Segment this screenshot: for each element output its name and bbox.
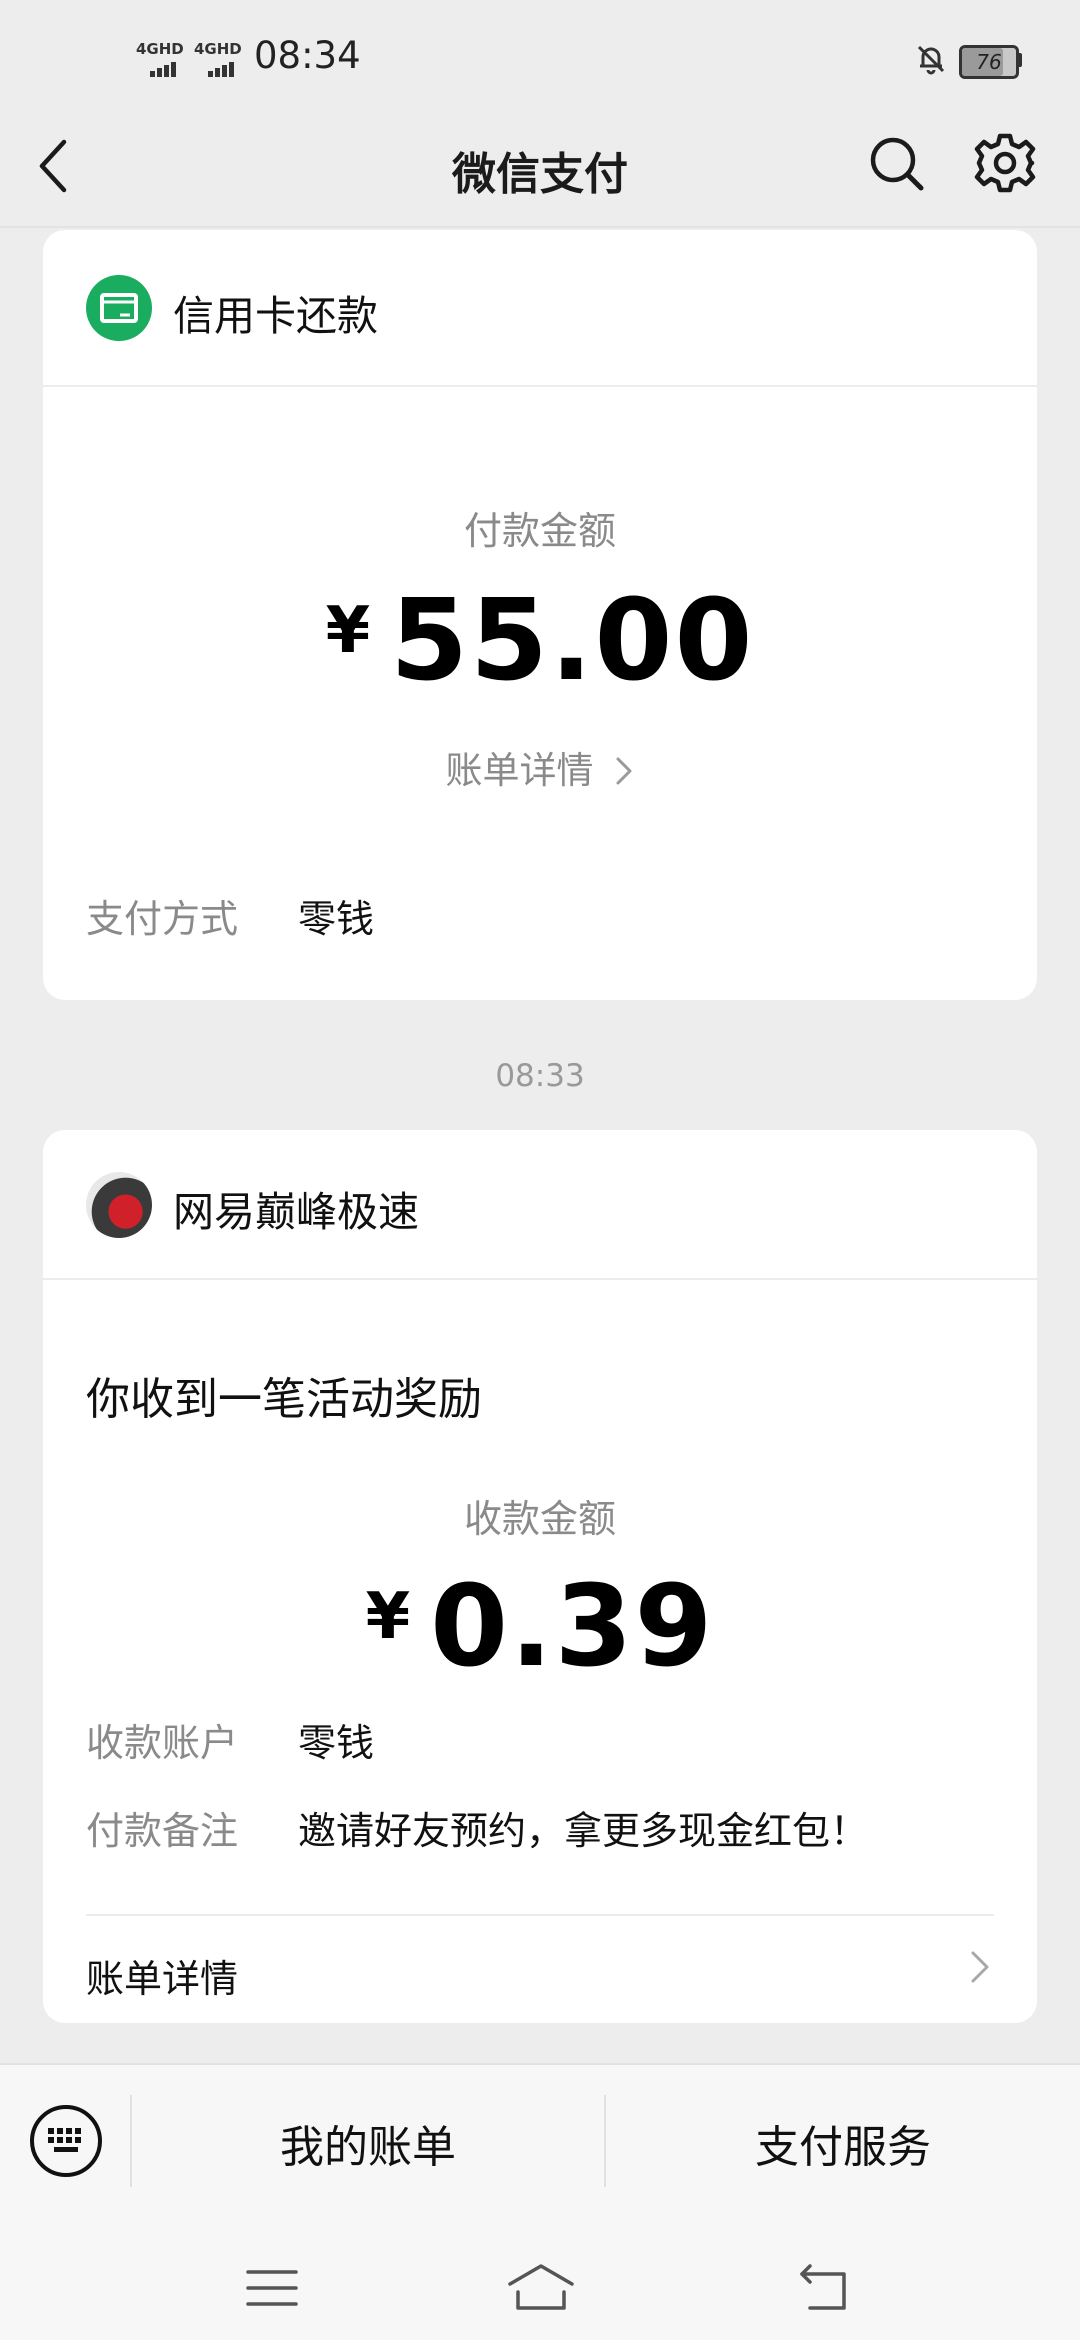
chevron-right-icon: [616, 757, 632, 785]
activity-reward-card[interactable]: 网易巅峰极速 你收到一笔活动奖励 收款金额 ¥0.39 收款账户 零钱 付款备注…: [43, 1130, 1037, 2023]
credit-card-icon: [86, 275, 152, 341]
keyboard-icon[interactable]: [28, 2103, 104, 2179]
card2-account-label: 收款账户: [86, 1721, 239, 1765]
card2-bill-detail-row[interactable]: 账单详情: [43, 1916, 1037, 2023]
currency-symbol: ¥: [365, 1580, 411, 1654]
battery-tip: [1017, 53, 1022, 67]
sim1-signal-icon: [150, 58, 178, 77]
card1-bill-detail-label: 账单详情: [445, 749, 594, 792]
search-icon[interactable]: [867, 134, 927, 194]
card2-amount-label: 收款金额: [463, 1497, 616, 1541]
card1-method-value: 零钱: [298, 897, 375, 941]
nav-bar: 微信支付: [0, 110, 1080, 228]
sim2-signal-label: 4GHD: [194, 40, 242, 58]
card2-merchant-name: 网易巅峰极速: [173, 1188, 419, 1236]
nav-divider: [0, 226, 1080, 228]
chevron-right-icon: [971, 1951, 989, 1983]
card2-bill-detail-label: 账单详情: [86, 1957, 239, 2001]
card1-header: 信用卡还款: [43, 230, 1037, 387]
bottom-tab-bar: 我的账单 支付服务: [0, 2063, 1080, 2220]
card2-amount: ¥0.39: [43, 1562, 1037, 1692]
home-icon[interactable]: [506, 2262, 576, 2314]
card1-method-label: 支付方式: [86, 897, 239, 941]
currency-symbol: ¥: [325, 594, 371, 668]
settings-gear-icon[interactable]: [974, 132, 1036, 194]
card1-merchant-name: 信用卡还款: [173, 292, 378, 340]
card2-remark-label: 付款备注: [86, 1809, 239, 1853]
sim1-signal-label: 4GHD: [136, 40, 184, 58]
payment-services-tab[interactable]: 支付服务: [606, 2111, 1080, 2173]
card1-amount-label: 付款金额: [463, 509, 616, 553]
status-time: 08:34: [254, 34, 361, 77]
card2-account-value: 零钱: [298, 1721, 375, 1765]
card1-amount: ¥55.00: [43, 576, 1037, 706]
card1-bill-detail-link[interactable]: 账单详情: [43, 740, 1037, 794]
merchant-avatar: [86, 1172, 152, 1238]
battery-level: 76: [976, 50, 1002, 74]
battery-icon: 76: [959, 45, 1019, 79]
card2-headline: 你收到一笔活动奖励: [86, 1374, 482, 1425]
my-bills-tab[interactable]: 我的账单: [132, 2111, 604, 2173]
card2-header: 网易巅峰极速: [43, 1130, 1037, 1280]
back-icon[interactable]: [796, 2262, 852, 2314]
system-navigation-bar: [0, 2218, 1080, 2340]
credit-card-repayment-card[interactable]: 信用卡还款 付款金额 ¥55.00 账单详情 支付方式 零钱: [43, 230, 1037, 1000]
message-timestamp: 08:33: [495, 1058, 585, 1094]
menu-icon[interactable]: [244, 2266, 300, 2310]
mute-bell-icon: [917, 45, 945, 75]
sim2-signal-icon: [208, 58, 236, 77]
status-bar: 4GHD 4GHD 08:34 76: [0, 0, 1080, 110]
card1-amount-value: 55.00: [390, 576, 755, 706]
card2-amount-value: 0.39: [430, 1562, 715, 1692]
card2-remark-value: 邀请好友预约，拿更多现金红包！: [298, 1809, 869, 1853]
